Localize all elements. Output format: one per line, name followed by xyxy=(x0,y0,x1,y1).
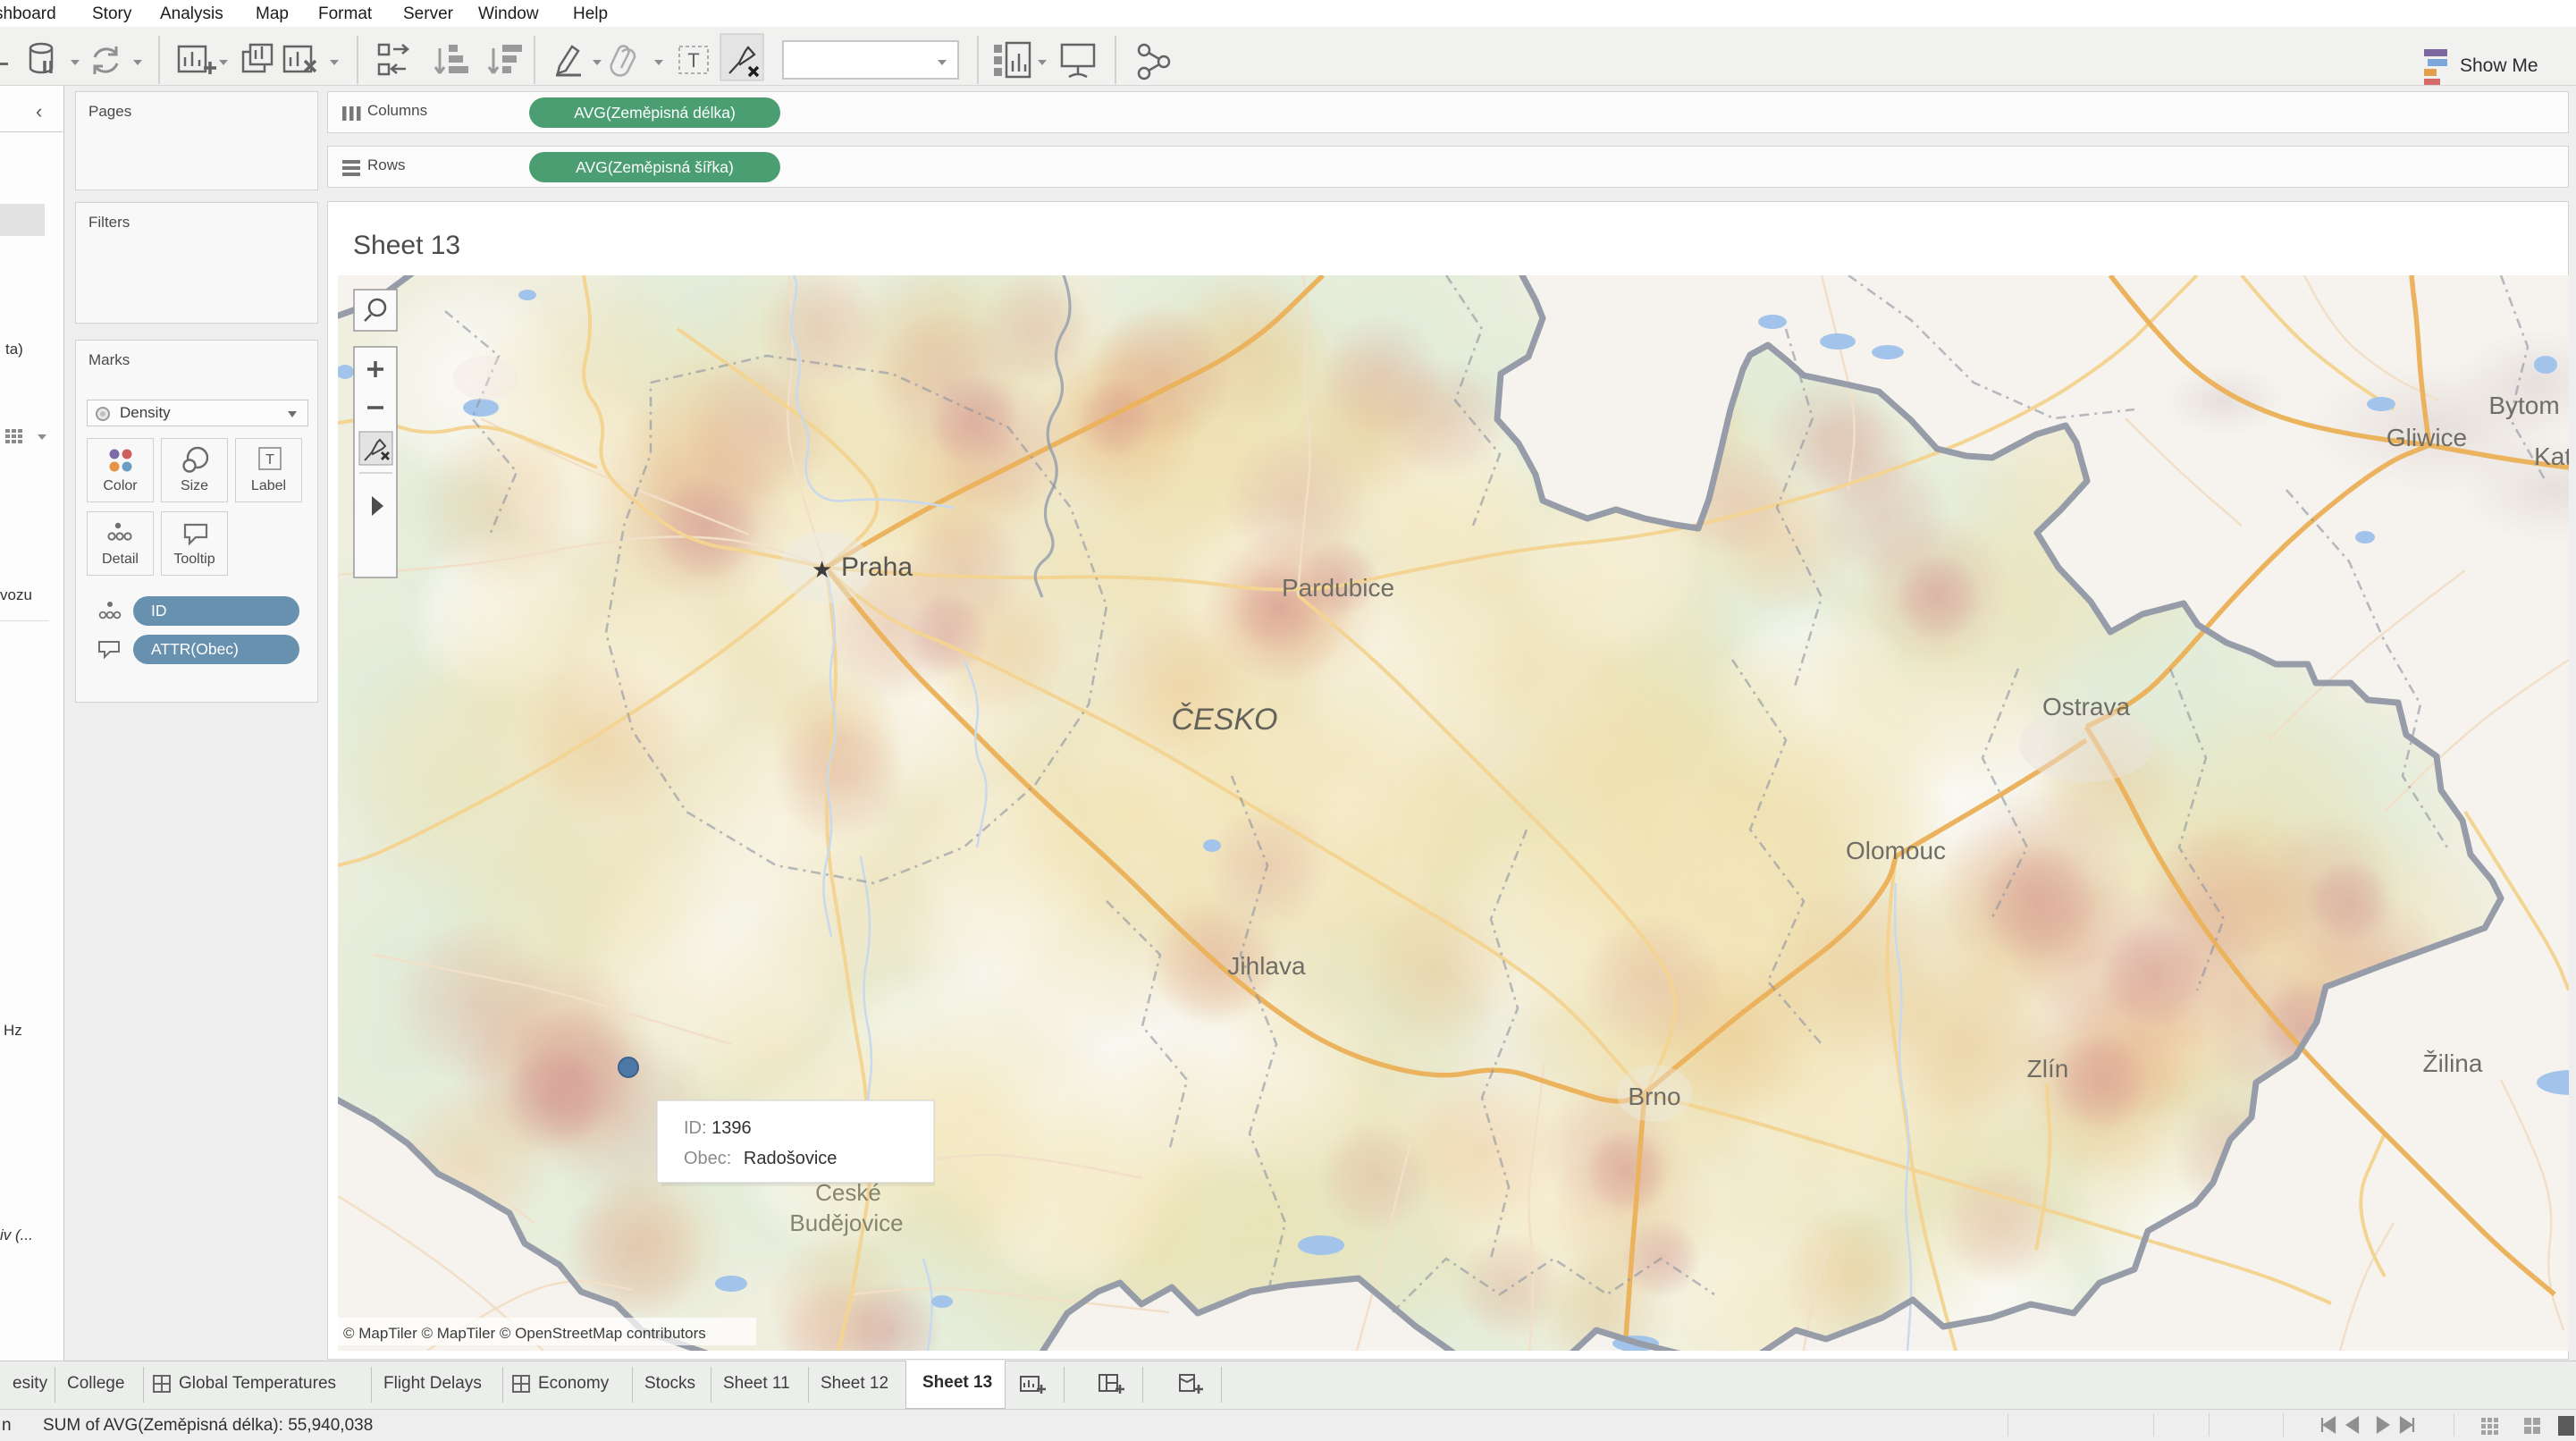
svg-text:Show Me: Show Me xyxy=(2460,55,2538,76)
svg-text:T: T xyxy=(265,452,274,468)
svg-text:Olomouc: Olomouc xyxy=(1846,837,1946,864)
svg-text:Jihlava: Jihlava xyxy=(1227,952,1306,980)
svg-text:Žilina: Žilina xyxy=(2423,1049,2483,1077)
svg-text:Praha: Praha xyxy=(841,552,913,582)
svg-text:★: ★ xyxy=(812,556,832,583)
svg-text:ID: 1396: ID: 1396 xyxy=(684,1118,752,1138)
svg-text:© MapTiler © MapTiler © OpenSt: © MapTiler © MapTiler © OpenStreetMap co… xyxy=(343,1325,706,1342)
svg-text:Budějovice: Budějovice xyxy=(789,1209,903,1236)
svg-text:Pardubice: Pardubice xyxy=(1282,574,1394,602)
svg-text:Brno: Brno xyxy=(1628,1083,1680,1110)
svg-text:Obec: Radošovice: Obec: Radošovice xyxy=(684,1149,837,1168)
svg-text:Ostrava: Ostrava xyxy=(2042,693,2130,720)
svg-text:ČESKO: ČESKO xyxy=(1171,703,1277,737)
svg-text:Katow: Katow xyxy=(2534,442,2569,470)
svg-text:Gliwice: Gliwice xyxy=(2387,424,2467,451)
svg-text:Bytom: Bytom xyxy=(2488,392,2559,419)
svg-text:T: T xyxy=(687,49,699,72)
svg-text:Zlín: Zlín xyxy=(2027,1055,2069,1083)
